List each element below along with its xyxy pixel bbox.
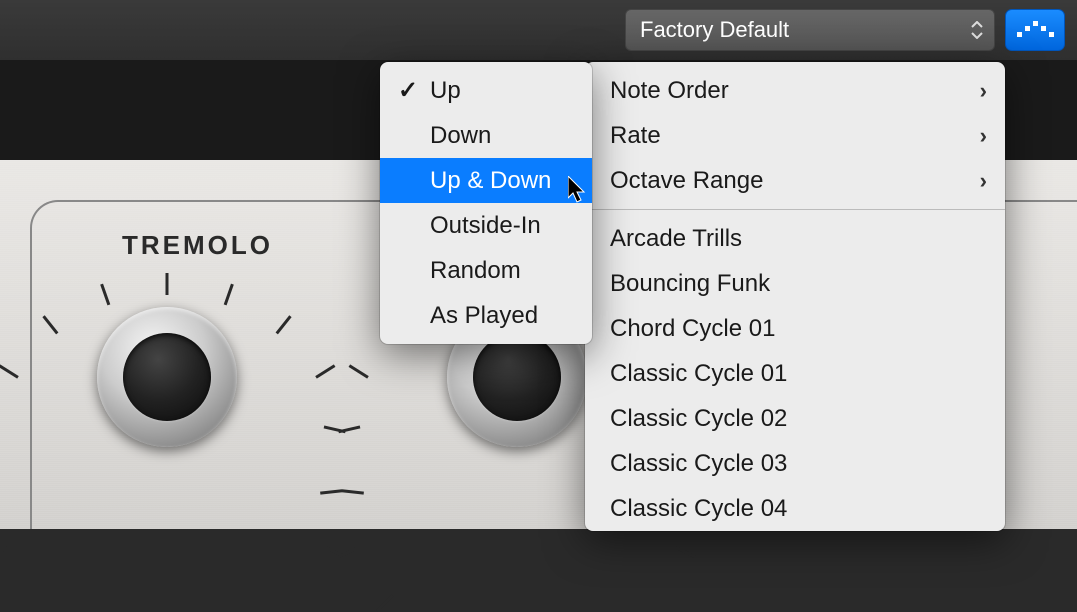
menu-item-label: Chord Cycle 01 — [610, 315, 775, 343]
wave-button[interactable] — [1005, 9, 1065, 51]
menu-item-label: Note Order — [610, 77, 729, 105]
menu-item-preset[interactable]: Bouncing Funk — [585, 261, 1005, 306]
tremolo-knob[interactable] — [62, 272, 272, 482]
preset-dropdown-label: Factory Default — [640, 17, 789, 43]
preset-dropdown[interactable]: Factory Default — [625, 9, 995, 51]
chevron-right-icon: › — [980, 78, 987, 104]
submenu-item-random[interactable]: Random — [380, 248, 592, 293]
submenu-item-up-and-down[interactable]: Up & Down — [380, 158, 592, 203]
submenu-item-up[interactable]: Up — [380, 68, 592, 113]
menu-item-rate[interactable]: Rate › — [585, 113, 1005, 158]
menu-item-label: Outside-In — [430, 212, 541, 240]
preset-menu: Note Order › Rate › Octave Range › Arcad… — [585, 62, 1005, 531]
menu-item-label: Bouncing Funk — [610, 270, 770, 298]
chevron-right-icon: › — [980, 168, 987, 194]
menu-item-preset[interactable]: Classic Cycle 01 — [585, 351, 1005, 396]
submenu-item-outside-in[interactable]: Outside-In — [380, 203, 592, 248]
menu-item-label: Classic Cycle 02 — [610, 405, 787, 433]
menu-item-octave-range[interactable]: Octave Range › — [585, 158, 1005, 203]
stepper-icon — [970, 21, 984, 39]
menu-item-label: Down — [430, 122, 491, 150]
wave-icon — [1015, 20, 1055, 40]
menu-item-label: Rate — [610, 122, 661, 150]
chevron-right-icon: › — [980, 123, 987, 149]
menu-item-preset[interactable]: Classic Cycle 04 — [585, 486, 1005, 531]
menu-item-preset[interactable]: Classic Cycle 03 — [585, 441, 1005, 486]
menu-item-label: Up — [430, 77, 461, 105]
menu-item-note-order[interactable]: Note Order › — [585, 68, 1005, 113]
menu-item-label: Octave Range — [610, 167, 763, 195]
submenu-item-down[interactable]: Down — [380, 113, 592, 158]
menu-item-label: Arcade Trills — [610, 225, 742, 253]
menu-item-label: Classic Cycle 03 — [610, 450, 787, 478]
menu-item-label: Random — [430, 257, 521, 285]
note-order-submenu: Up Down Up & Down Outside-In Random As P… — [380, 62, 592, 344]
menu-item-preset[interactable]: Chord Cycle 01 — [585, 306, 1005, 351]
menu-item-preset[interactable]: Classic Cycle 02 — [585, 396, 1005, 441]
menu-item-label: Up & Down — [430, 167, 551, 195]
menu-item-label: Classic Cycle 04 — [610, 495, 787, 523]
top-toolbar: Factory Default — [0, 0, 1077, 60]
menu-separator — [585, 209, 1005, 210]
menu-item-label: Classic Cycle 01 — [610, 360, 787, 388]
submenu-item-as-played[interactable]: As Played — [380, 293, 592, 338]
menu-item-label: As Played — [430, 302, 538, 330]
menu-item-preset[interactable]: Arcade Trills — [585, 216, 1005, 261]
